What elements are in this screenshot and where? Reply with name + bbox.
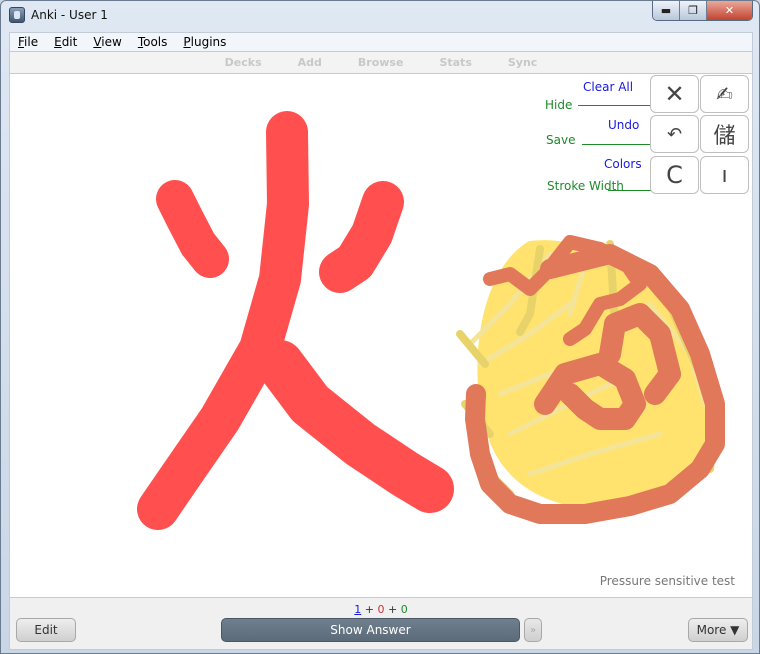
learn-count: 0	[377, 603, 385, 616]
count-separator-2: +	[384, 603, 401, 616]
stroke-width-button[interactable]: ı	[700, 156, 749, 194]
red-stroke-right-sweep	[256, 340, 454, 513]
card-drawing-canvas[interactable]: Clear All Hide Undo Save Colors Stroke W…	[9, 73, 753, 598]
menu-file-label: ile	[24, 35, 39, 49]
review-count: 0	[400, 603, 408, 616]
toolbar-browse-link[interactable]: Browse	[358, 56, 404, 69]
menu-tools[interactable]: Tools	[130, 35, 176, 49]
toolbar-add-link[interactable]: Add	[298, 56, 322, 69]
toolbar-decks-link[interactable]: Decks	[225, 56, 262, 69]
red-stroke-left-dot	[156, 180, 229, 278]
menu-plugins-accel: P	[183, 35, 191, 49]
hide-label[interactable]: Hide	[545, 98, 572, 112]
menu-edit-accel: E	[54, 35, 62, 49]
save-label[interactable]: Save	[546, 133, 575, 147]
menu-tools-label: ools	[143, 35, 168, 49]
undo-button[interactable]: ↶	[650, 115, 699, 153]
clear-all-button[interactable]: ✕	[650, 75, 699, 113]
red-stroke-right-dot	[319, 181, 404, 293]
title-bar: Anki - User 1 ▬ ❐ ✕	[1, 1, 759, 31]
anki-app-icon	[9, 7, 25, 23]
menu-view-label: iew	[101, 35, 122, 49]
toolbar-stats-link[interactable]: Stats	[439, 56, 471, 69]
more-button[interactable]: More ▼	[688, 618, 748, 642]
show-answer-button[interactable]: Show Answer	[221, 618, 520, 642]
menu-view[interactable]: View	[85, 35, 129, 49]
menu-plugins-label: lugins	[190, 35, 227, 49]
edit-button[interactable]: Edit	[16, 618, 76, 642]
drawing-strokes	[137, 111, 725, 530]
hide-underline	[578, 105, 658, 106]
menu-edit[interactable]: Edit	[46, 35, 85, 49]
window-controls: ▬ ❐ ✕	[652, 1, 753, 21]
clear-all-label[interactable]: Clear All	[583, 80, 633, 94]
window-title: Anki - User 1	[31, 8, 108, 22]
undo-label[interactable]: Undo	[608, 118, 639, 132]
minimize-button[interactable]: ▬	[653, 1, 680, 20]
save-underline	[582, 144, 658, 145]
anki-window: Anki - User 1 ▬ ❐ ✕ File Edit View Tools…	[0, 0, 760, 654]
menu-file[interactable]: File	[10, 35, 46, 49]
maximize-button[interactable]: ❐	[680, 1, 707, 20]
main-toolbar: Decks Add Browse Stats Sync	[9, 52, 753, 73]
due-counts: 1 + 0 + 0	[10, 603, 752, 616]
save-kanji-button[interactable]: 儲	[700, 115, 749, 153]
toolbar-sync-link[interactable]: Sync	[508, 56, 537, 69]
pen-toggle-button[interactable]: ✍	[700, 75, 749, 113]
count-separator-1: +	[361, 603, 378, 616]
colors-label[interactable]: Colors	[604, 157, 642, 171]
menu-plugins[interactable]: Plugins	[175, 35, 234, 49]
close-button[interactable]: ✕	[707, 1, 752, 20]
pressure-test-text: Pressure sensitive test	[599, 574, 735, 588]
menu-bar: File Edit View Tools Plugins	[9, 32, 753, 52]
menu-edit-label: dit	[61, 35, 78, 49]
review-bottom-bar: 1 + 0 + 0 Edit Show Answer » More ▼	[9, 598, 753, 650]
skip-button[interactable]: »	[524, 618, 542, 642]
colors-button[interactable]: C	[650, 156, 699, 194]
